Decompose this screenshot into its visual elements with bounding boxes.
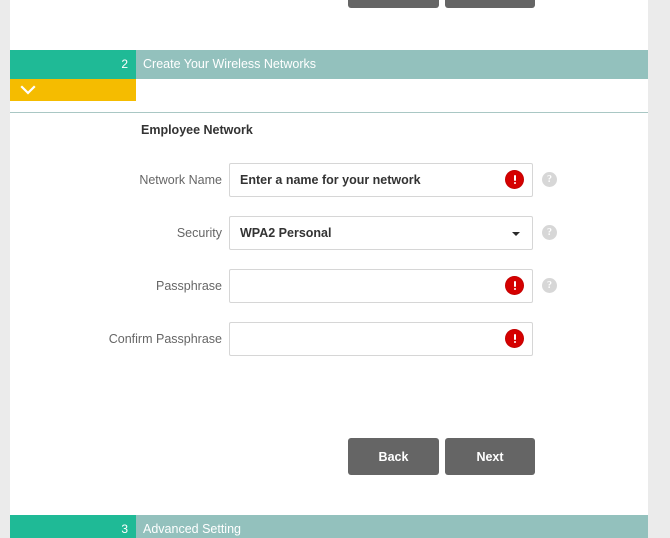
previous-section-buttons [10, 0, 648, 8]
passphrase-value [240, 270, 498, 302]
help-icon[interactable]: ? [542, 172, 557, 187]
chevron-down-icon [20, 83, 36, 97]
section-number-badge: 3 [10, 515, 136, 538]
previous-next-button[interactable] [445, 0, 535, 8]
section-header-create-wireless-networks[interactable]: 2 Create Your Wireless Networks [10, 50, 648, 79]
header-spacer [136, 79, 648, 101]
content-panel: 2 Create Your Wireless Networks Employee… [10, 0, 648, 538]
chevron-down-icon [512, 232, 520, 236]
app-window: 2 Create Your Wireless Networks Employee… [0, 0, 670, 538]
help-icon[interactable]: ? [542, 225, 557, 240]
field-label-security: Security [176, 226, 222, 240]
field-row-network-name: Network Name Enter a name for your netwo… [10, 163, 648, 197]
section-number-badge: 2 [10, 50, 136, 79]
passphrase-input[interactable] [229, 269, 533, 303]
form-actions: Back Next [10, 438, 648, 478]
confirm-passphrase-value [240, 323, 498, 355]
field-label-confirm-passphrase: Confirm Passphrase [108, 332, 222, 346]
field-row-security: Security WPA2 Personal ? [10, 216, 648, 250]
field-row-passphrase: Passphrase ? [10, 269, 648, 303]
section-title: Create Your Wireless Networks [143, 57, 316, 71]
network-name-input[interactable]: Enter a name for your network [229, 163, 533, 197]
help-icon[interactable]: ? [542, 278, 557, 293]
field-label-passphrase: Passphrase [155, 279, 222, 293]
security-select[interactable]: WPA2 Personal [229, 216, 533, 250]
field-row-confirm-passphrase: Confirm Passphrase [10, 322, 648, 356]
error-icon [506, 277, 523, 294]
wireless-network-form: Employee Network Network Name Enter a na… [10, 113, 648, 513]
confirm-passphrase-input[interactable] [229, 322, 533, 356]
next-button[interactable]: Next [445, 438, 535, 475]
section-title: Advanced Setting [143, 522, 241, 536]
section-header-advanced-setting[interactable]: 3 Advanced Setting [10, 515, 648, 538]
error-icon [506, 171, 523, 188]
previous-back-button[interactable] [348, 0, 439, 8]
form-group-title: Employee Network [141, 123, 253, 137]
security-value: WPA2 Personal [240, 226, 332, 240]
error-icon [506, 330, 523, 347]
section-collapse-bar[interactable] [10, 79, 136, 101]
back-button[interactable]: Back [348, 438, 439, 475]
network-name-value: Enter a name for your network [240, 173, 421, 187]
field-label-network-name: Network Name [139, 173, 222, 187]
